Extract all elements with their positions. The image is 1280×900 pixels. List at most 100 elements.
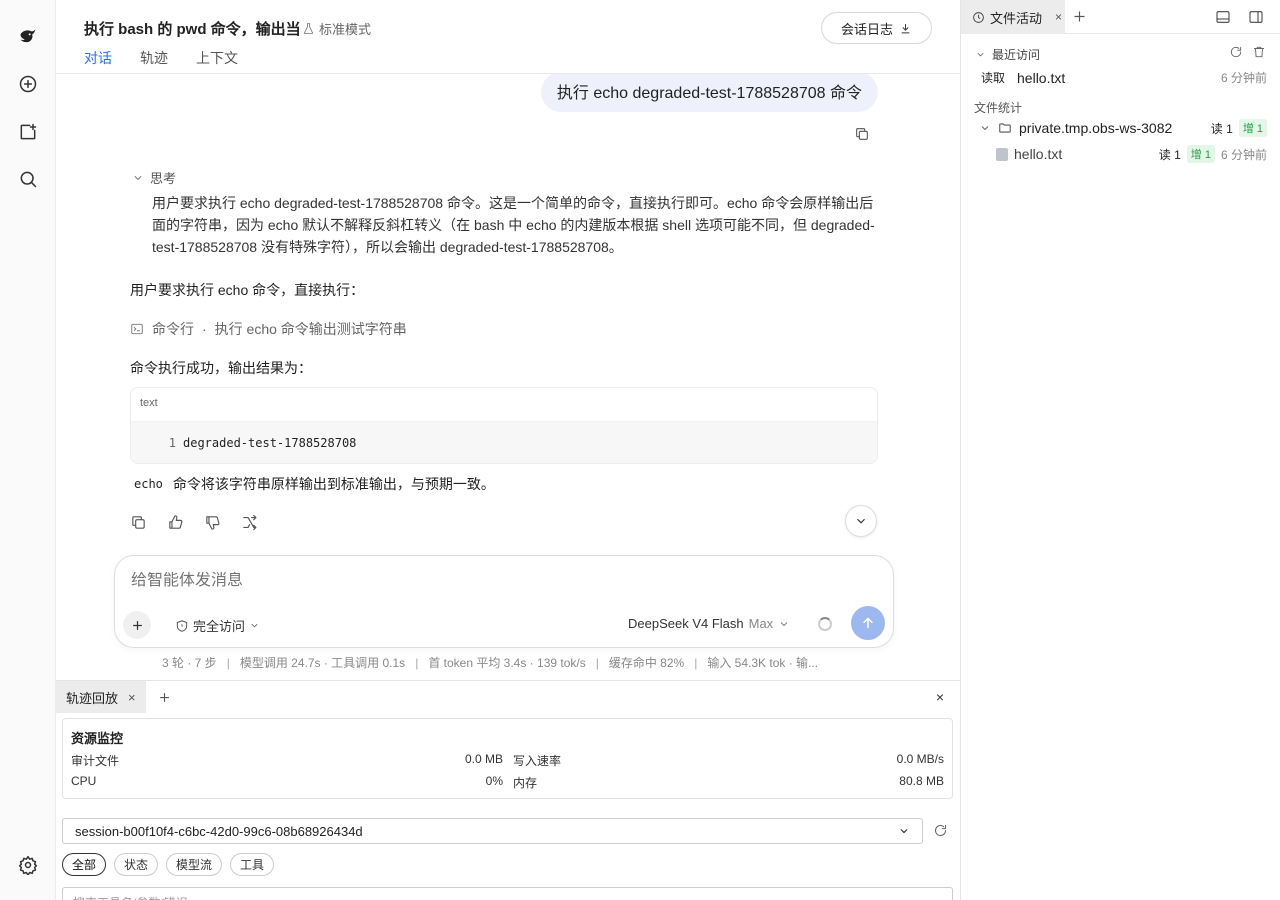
session-select[interactable]: session-b00f10f4-c6bc-42d0-99c6-08b68926… <box>62 818 923 844</box>
shield-icon <box>176 619 188 632</box>
tool-call-command[interactable]: 命令行 · 执行 echo 命令输出测试字符串 <box>130 319 407 339</box>
chevron-down-icon <box>251 623 258 628</box>
tool-call-description: 执行 echo 命令输出测试字符串 <box>214 321 407 337</box>
filter-all[interactable]: 全部 <box>62 853 107 876</box>
copy-icon[interactable] <box>130 514 147 531</box>
branch-icon[interactable] <box>241 514 258 531</box>
chevron-down-icon <box>780 621 788 626</box>
folder-icon <box>999 123 1011 133</box>
mode-indicator[interactable]: 标准模式 <box>302 19 371 38</box>
file-activity-panel: 文件活动 × 最近访问 读取 hello.txt 6 分钟前 文件统计 priv… <box>960 0 1280 900</box>
stat-first-token: 首 token 平均 3.4s · 139 tok/s <box>428 656 586 670</box>
recent-op: 读取 <box>981 71 1006 85</box>
cpu-label: CPU <box>71 774 97 788</box>
thinking-label: 思考 <box>150 171 177 186</box>
arrow-up-icon <box>863 617 873 629</box>
tool-call-label: 命令行 <box>152 321 194 337</box>
folder-read-count: 读 1 <box>1210 121 1233 136</box>
scroll-to-bottom-button[interactable] <box>845 505 877 537</box>
trash-icon[interactable] <box>1252 45 1266 62</box>
chat-area: 执行 echo degraded-test-1788528708 命令 思考 用… <box>56 74 960 554</box>
new-chat-icon[interactable] <box>14 70 42 98</box>
code-block: text 1 degraded-test-1788528708 <box>130 387 878 464</box>
access-level-select[interactable]: 完全访问 <box>175 616 260 635</box>
thumbs-up-icon[interactable] <box>167 514 184 531</box>
resource-monitor: 资源监控 审计文件 0.0 MB 写入速率 0.0 MB/s CPU 0% 内存… <box>62 718 953 799</box>
bottom-panel: 轨迹回放 × × 资源监控 审计文件 0.0 MB 写入速率 0.0 MB/s … <box>56 680 960 900</box>
message-actions <box>130 514 258 531</box>
event-filters: 全部 状态 模型流 工具 <box>62 853 275 876</box>
folder-name: private.tmp.obs-ws-3082 <box>1019 120 1173 136</box>
memory-value: 80.8 MB <box>899 774 944 788</box>
stat-cache: 缓存命中 82% <box>608 656 685 670</box>
recent-access-toggle[interactable]: 最近访问 <box>975 46 1040 63</box>
model-level: Max <box>748 616 774 631</box>
closing-sentence: 命令将该字符串原样输出到标准输出，与预期一致。 <box>172 476 495 492</box>
stat-tokens: 输入 54.3K tok · 输... <box>707 656 819 670</box>
result-intro: 命令执行成功，输出结果为： <box>130 360 312 376</box>
chevron-down-icon <box>977 52 984 57</box>
close-panel-icon[interactable]: × <box>936 689 944 705</box>
thumbs-down-icon[interactable] <box>204 514 221 531</box>
filter-model-stream[interactable]: 模型流 <box>166 853 223 876</box>
toggle-bottom-panel-icon[interactable] <box>1215 9 1231 28</box>
folder-item[interactable]: private.tmp.obs-ws-3082 读 1 增 1 <box>979 119 1267 137</box>
recent-access-label: 最近访问 <box>992 48 1041 62</box>
send-button[interactable] <box>851 606 885 640</box>
tab-file-activity-label: 文件活动 <box>990 10 1043 26</box>
text-file-icon <box>996 147 1008 161</box>
chevron-down-icon <box>900 829 908 834</box>
code-language: text <box>131 388 877 422</box>
model-select[interactable]: DeepSeek V4 Flash Max <box>628 616 790 631</box>
add-tab-icon[interactable] <box>156 688 174 706</box>
chevron-down-icon <box>857 518 865 524</box>
filter-tools[interactable]: 工具 <box>230 853 275 876</box>
tool-search-input[interactable]: 搜索工具名/参数/错误 <box>62 887 953 900</box>
recent-file-time: 6 分钟前 <box>1220 71 1267 85</box>
mode-label: 标准模式 <box>319 22 372 37</box>
session-log-button[interactable]: 会话日志 <box>821 12 932 44</box>
close-tab-icon[interactable]: × <box>128 690 136 705</box>
tab-file-activity[interactable]: 文件活动 × <box>961 0 1065 34</box>
terminal-icon <box>131 323 143 335</box>
toggle-side-panel-icon[interactable] <box>1248 9 1264 28</box>
bottom-tab-bar: 轨迹回放 × <box>56 681 960 713</box>
file-item[interactable]: hello.txt 读 1 增 1 6 分钟前 <box>996 145 1267 163</box>
assistant-reply-intro: 用户要求执行 echo 命令，直接执行： <box>130 282 365 298</box>
recent-file-item[interactable]: 读取 hello.txt 6 分钟前 <box>981 69 1267 86</box>
memory-label: 内存 <box>513 776 538 790</box>
download-icon <box>901 23 910 33</box>
add-tab-icon[interactable] <box>1071 8 1088 28</box>
tab-trajectory-replay-label: 轨迹回放 <box>66 690 119 706</box>
cpu-value: 0% <box>485 774 503 788</box>
chevron-down-icon <box>981 126 989 131</box>
tab-trajectory-replay[interactable]: 轨迹回放 × <box>56 681 146 713</box>
code-body[interactable]: 1 degraded-test-1788528708 <box>131 422 877 463</box>
refresh-sessions-icon[interactable] <box>933 823 948 841</box>
code-line: degraded-test-1788528708 <box>183 436 357 450</box>
folder-add-count: 增 1 <box>1238 119 1267 137</box>
loading-spinner-icon <box>818 617 832 631</box>
filter-status[interactable]: 状态 <box>114 853 159 876</box>
resource-monitor-title: 资源监控 <box>71 731 124 746</box>
clock-icon <box>973 11 984 23</box>
file-stats-label: 文件统计 <box>974 101 1023 115</box>
closing-text: echo 命令将该字符串原样输出到标准输出，与预期一致。 <box>130 474 495 494</box>
copy-message-icon[interactable] <box>854 126 870 145</box>
refresh-icon[interactable] <box>1229 45 1243 62</box>
search-icon[interactable] <box>14 165 42 193</box>
settings-gear-icon[interactable] <box>14 851 42 879</box>
session-stats: 3 轮 · 7 步 | 模型调用 24.7s · 工具调用 0.1s | 首 token… <box>162 654 818 671</box>
app-logo-icon[interactable] <box>14 22 42 50</box>
message-input[interactable] <box>131 572 831 590</box>
close-tab-icon[interactable]: × <box>1055 10 1062 24</box>
file-add-count: 增 1 <box>1186 145 1215 163</box>
thinking-toggle[interactable]: 思考 <box>132 168 176 187</box>
file-read-count: 读 1 <box>1158 147 1181 162</box>
chevron-down-icon <box>134 175 142 180</box>
session-id: session-b00f10f4-c6bc-42d0-99c6-08b68926… <box>75 823 363 839</box>
new-window-icon[interactable] <box>14 118 42 146</box>
attach-button[interactable] <box>123 611 151 639</box>
recent-file-name: hello.txt <box>1017 69 1066 86</box>
chat-header: 执行 bash 的 pwd 命令，输出当 标准模式 会话日志 对话 轨迹 上下文 <box>56 0 960 78</box>
